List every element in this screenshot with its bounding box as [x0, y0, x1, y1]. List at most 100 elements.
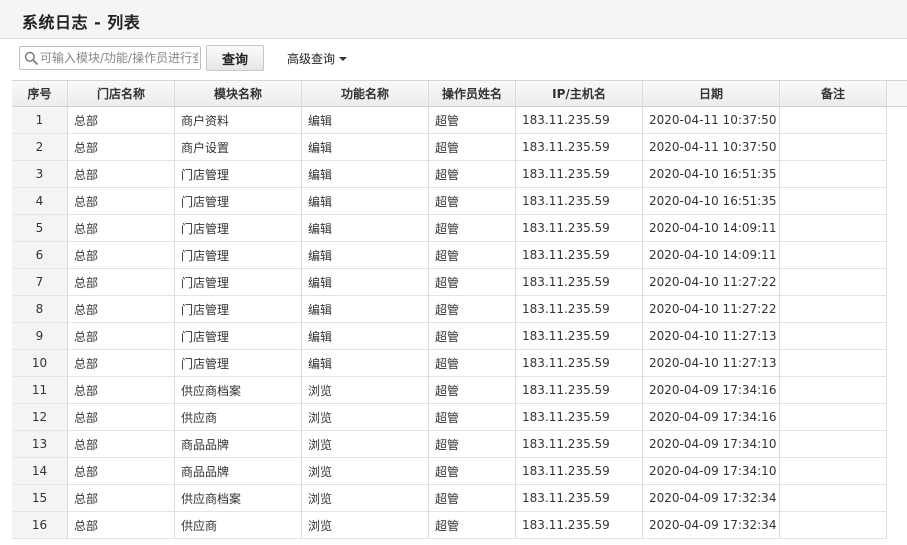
cell-ip: 183.11.235.59 [516, 377, 643, 404]
table-row[interactable]: 11 总部 供应商档案 浏览 超管 183.11.235.59 2020-04-09 17:… [12, 377, 887, 404]
search-box[interactable] [19, 46, 201, 70]
cell-function: 浏览 [302, 404, 429, 431]
cell-function: 编辑 [302, 269, 429, 296]
cell-store: 总部 [68, 485, 175, 512]
table-row[interactable]: 15 总部 供应商档案 浏览 超管 183.11.235.59 2020-04-09 17:… [12, 485, 887, 512]
cell-note [780, 512, 887, 539]
cell-ip: 183.11.235.59 [516, 134, 643, 161]
log-table: 序号 门店名称 模块名称 功能名称 操作员姓名 IP/主机名 日期 备注 1 总部… [12, 80, 907, 545]
cell-operator: 超管 [429, 404, 516, 431]
caret-down-icon [339, 56, 348, 61]
cell-ip: 183.11.235.59 [516, 107, 643, 134]
cell-no: 10 [12, 350, 68, 377]
cell-module: 供应商档案 [175, 485, 302, 512]
cell-no: 1 [12, 107, 68, 134]
cell-store: 总部 [68, 161, 175, 188]
cell-store: 总部 [68, 134, 175, 161]
advanced-query-label: 高级查询 [287, 51, 336, 66]
column-header-store[interactable]: 门店名称 [68, 81, 175, 106]
cell-ip: 183.11.235.59 [516, 512, 643, 539]
cell-date: 2020-04-10 11:27:13 [643, 323, 780, 350]
table-row[interactable]: 4 总部 门店管理 编辑 超管 183.11.235.59 2020-04-10 16:51… [12, 188, 887, 215]
cell-no: 4 [12, 188, 68, 215]
table-row[interactable]: 16 总部 供应商 浏览 超管 183.11.235.59 2020-04-09 17:32… [12, 512, 887, 539]
cell-module: 供应商 [175, 404, 302, 431]
cell-note [780, 431, 887, 458]
cell-module: 供应商档案 [175, 377, 302, 404]
cell-store: 总部 [68, 188, 175, 215]
cell-module: 商品品牌 [175, 458, 302, 485]
cell-ip: 183.11.235.59 [516, 458, 643, 485]
title-bar: 系统日志 - 列表 [0, 0, 907, 39]
cell-function: 编辑 [302, 242, 429, 269]
cell-function: 编辑 [302, 296, 429, 323]
cell-note [780, 404, 887, 431]
cell-no: 11 [12, 377, 68, 404]
column-header-module[interactable]: 模块名称 [175, 81, 302, 106]
cell-date: 2020-04-09 17:34:10 [643, 458, 780, 485]
search-icon [24, 51, 38, 65]
table-row[interactable]: 5 总部 门店管理 编辑 超管 183.11.235.59 2020-04-10 14:09… [12, 215, 887, 242]
table-row[interactable]: 8 总部 门店管理 编辑 超管 183.11.235.59 2020-04-10 11:27… [12, 296, 887, 323]
table-row[interactable]: 9 总部 门店管理 编辑 超管 183.11.235.59 2020-04-10 11:27… [12, 323, 887, 350]
cell-note [780, 485, 887, 512]
column-header-function[interactable]: 功能名称 [302, 81, 429, 106]
cell-store: 总部 [68, 377, 175, 404]
cell-module: 门店管理 [175, 161, 302, 188]
table-row[interactable]: 3 总部 门店管理 编辑 超管 183.11.235.59 2020-04-10 16:51… [12, 161, 887, 188]
table-row[interactable]: 14 总部 商品品牌 浏览 超管 183.11.235.59 2020-04-09 17:3… [12, 458, 887, 485]
cell-ip: 183.11.235.59 [516, 485, 643, 512]
cell-operator: 超管 [429, 296, 516, 323]
header-filler [887, 81, 907, 106]
table-row[interactable]: 13 总部 商品品牌 浏览 超管 183.11.235.59 2020-04-09 17:3… [12, 431, 887, 458]
table-row[interactable]: 12 总部 供应商 浏览 超管 183.11.235.59 2020-04-09 17:34… [12, 404, 887, 431]
cell-operator: 超管 [429, 188, 516, 215]
table-row[interactable]: 7 总部 门店管理 编辑 超管 183.11.235.59 2020-04-10 11:27… [12, 269, 887, 296]
cell-store: 总部 [68, 458, 175, 485]
cell-operator: 超管 [429, 350, 516, 377]
column-header-operator[interactable]: 操作员姓名 [429, 81, 516, 106]
column-header-no[interactable]: 序号 [12, 81, 68, 106]
table-row[interactable]: 1 总部 商户资料 编辑 超管 183.11.235.59 2020-04-11 10:37… [12, 107, 887, 134]
cell-date: 2020-04-09 17:32:34 [643, 485, 780, 512]
cell-store: 总部 [68, 215, 175, 242]
cell-ip: 183.11.235.59 [516, 242, 643, 269]
cell-no: 16 [12, 512, 68, 539]
cell-store: 总部 [68, 323, 175, 350]
cell-date: 2020-04-09 17:34:10 [643, 431, 780, 458]
cell-operator: 超管 [429, 377, 516, 404]
cell-store: 总部 [68, 512, 175, 539]
cell-operator: 超管 [429, 107, 516, 134]
column-header-date[interactable]: 日期 [643, 81, 780, 106]
column-header-note[interactable]: 备注 [780, 81, 887, 106]
cell-operator: 超管 [429, 431, 516, 458]
advanced-query-dropdown[interactable]: 高级查询 [287, 49, 348, 67]
cell-operator: 超管 [429, 269, 516, 296]
cell-date: 2020-04-11 10:37:50 [643, 134, 780, 161]
query-button[interactable]: 查询 [206, 45, 264, 71]
cell-function: 浏览 [302, 377, 429, 404]
cell-ip: 183.11.235.59 [516, 404, 643, 431]
cell-function: 编辑 [302, 215, 429, 242]
table-row[interactable]: 2 总部 商户设置 编辑 超管 183.11.235.59 2020-04-11 10:37… [12, 134, 887, 161]
cell-function: 编辑 [302, 350, 429, 377]
table-row[interactable]: 10 总部 门店管理 编辑 超管 183.11.235.59 2020-04-10 11:2… [12, 350, 887, 377]
cell-function: 编辑 [302, 161, 429, 188]
cell-function: 浏览 [302, 512, 429, 539]
cell-no: 8 [12, 296, 68, 323]
cell-module: 门店管理 [175, 296, 302, 323]
cell-function: 编辑 [302, 188, 429, 215]
column-header-ip[interactable]: IP/主机名 [516, 81, 643, 106]
cell-module: 门店管理 [175, 188, 302, 215]
cell-module: 门店管理 [175, 350, 302, 377]
cell-ip: 183.11.235.59 [516, 323, 643, 350]
cell-function: 编辑 [302, 107, 429, 134]
cell-note [780, 161, 887, 188]
search-input[interactable] [40, 48, 198, 68]
cell-function: 编辑 [302, 134, 429, 161]
cell-operator: 超管 [429, 485, 516, 512]
table-row[interactable]: 6 总部 门店管理 编辑 超管 183.11.235.59 2020-04-10 14:09… [12, 242, 887, 269]
cell-note [780, 188, 887, 215]
cell-no: 6 [12, 242, 68, 269]
cell-note [780, 458, 887, 485]
